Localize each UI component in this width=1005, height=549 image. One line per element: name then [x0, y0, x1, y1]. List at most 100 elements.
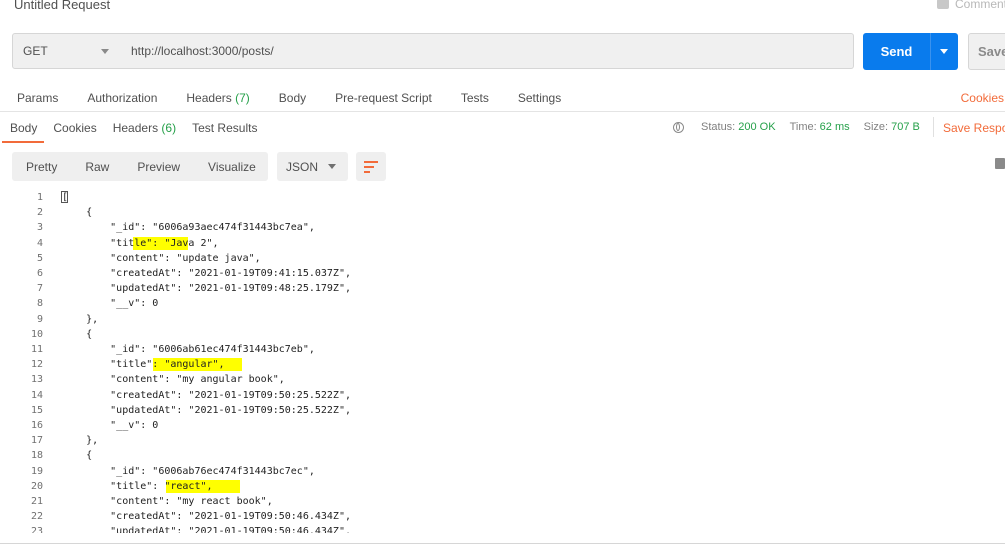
comments-label: Comment	[954, 0, 1005, 11]
method-select[interactable]: GET	[12, 33, 122, 69]
line-number: 11	[30, 344, 43, 355]
chevron-down-icon	[328, 164, 336, 169]
tab-body[interactable]: Body	[279, 91, 306, 105]
code-text: "createdAt": "2021-01-19T09:50:46.434Z",	[62, 511, 351, 523]
status-label: Status:	[701, 121, 736, 133]
response-tab-cookies[interactable]: Cookies	[53, 121, 96, 135]
line-number: 14	[30, 389, 43, 401]
view-pretty[interactable]: Pretty	[12, 160, 71, 174]
code-text: "title": "Java 2",	[62, 237, 219, 249]
code-line: 4 "title": "Java 2",	[0, 236, 1005, 251]
wrap-lines-button[interactable]	[356, 152, 386, 181]
line-number: 15	[30, 404, 43, 416]
size-value[interactable]: 707 B	[891, 121, 920, 133]
code-line: 20 "title": "react",	[0, 479, 1005, 494]
line-number: 19	[30, 465, 43, 477]
code-line: 5 "content": "update java",	[0, 251, 1005, 266]
code-line: 11 "_id": "6006ab61ec474f31443bc7eb",	[0, 342, 1005, 357]
code-text: "content": "my react book",	[62, 496, 273, 507]
code-line: 23 "updatedAt": "2021-01-19T09:50:46.434…	[0, 524, 1005, 533]
comments-button[interactable]: Comment	[936, 0, 1005, 11]
code-text: "createdAt": "2021-01-19T09:50:25.522Z",	[62, 389, 351, 401]
code-text: "content": "my angular book",	[62, 374, 285, 386]
code-text: "content": "update java",	[62, 252, 261, 264]
tab-pre-request-script[interactable]: Pre-request Script	[335, 91, 432, 105]
response-tab-test-results[interactable]: Test Results	[192, 121, 257, 135]
code-text: "__v": 0	[62, 298, 159, 310]
line-number: 10	[30, 328, 43, 340]
response-tab-body[interactable]: Body	[10, 121, 37, 135]
code-text: "_id": "6006a93aec474f31443bc7ea",	[62, 222, 315, 234]
view-preview[interactable]: Preview	[123, 160, 194, 174]
format-label: JSON	[286, 159, 319, 174]
save-button[interactable]: Save	[968, 33, 1005, 70]
view-visualize[interactable]: Visualize	[194, 160, 270, 174]
code-text: "_id": "6006ab76ec474f31443bc7ec",	[62, 465, 315, 477]
response-tab-headers-label: Headers	[112, 121, 159, 135]
active-tab-indicator	[2, 141, 44, 143]
wrap-icon	[364, 166, 374, 168]
send-options-button[interactable]	[930, 33, 958, 70]
comment-icon	[936, 0, 949, 9]
view-raw[interactable]: Raw	[71, 160, 123, 174]
code-line: 21 "content": "my react book",	[0, 494, 1005, 509]
code-text: "updatedAt": "2021-01-19T09:48:25.179Z",	[62, 283, 351, 295]
line-number: 8	[36, 298, 43, 310]
line-number: 9	[36, 313, 43, 325]
line-number: 4	[36, 237, 43, 249]
code-text: {	[62, 207, 93, 219]
code-line: 10 {	[0, 327, 1005, 342]
line-number: 13	[30, 374, 43, 386]
line-number: 17	[30, 435, 43, 447]
response-status-bar: Status: 200 OK Time: 62 ms Size: 707 B	[673, 121, 934, 133]
tab-headers[interactable]: Headers (7)	[186, 91, 249, 105]
tab-settings[interactable]: Settings	[518, 91, 561, 105]
url-input[interactable]: http://localhost:3000/posts/	[121, 33, 854, 69]
line-number: 22	[30, 511, 43, 523]
cookies-link[interactable]: Cookies	[961, 91, 1004, 105]
code-text: {	[62, 328, 93, 340]
code-text: "title": "react",	[62, 480, 213, 492]
line-number: 3	[36, 222, 43, 234]
code-line: 19 "_id": "6006ab76ec474f31443bc7ec",	[0, 464, 1005, 479]
line-number: 7	[36, 283, 43, 295]
code-line: 15 "updatedAt": "2021-01-19T09:50:25.522…	[0, 403, 1005, 418]
code-line: 22 "createdAt": "2021-01-19T09:50:46.434…	[0, 509, 1005, 524]
code-line: 18 {	[0, 448, 1005, 463]
code-text: "_id": "6006ab61ec474f31443bc7eb",	[62, 344, 315, 355]
code-line: 3 "_id": "6006a93aec474f31443bc7ea",	[0, 220, 1005, 235]
line-number: 6	[36, 268, 43, 279]
copy-icon[interactable]	[995, 158, 1005, 169]
tab-authorization[interactable]: Authorization	[87, 91, 157, 105]
tab-params[interactable]: Params	[17, 91, 58, 105]
code-text: {	[62, 450, 93, 462]
response-tab-headers[interactable]: Headers (6)	[113, 121, 176, 135]
code-text: "title": "angular",	[62, 359, 225, 371]
time-value[interactable]: 62 ms	[820, 121, 850, 133]
method-label: GET	[23, 44, 48, 58]
headers-count: (7)	[235, 91, 250, 105]
chevron-down-icon	[101, 49, 109, 54]
format-select[interactable]: JSON	[277, 152, 348, 181]
code-line: 16 "__v": 0	[0, 418, 1005, 433]
code-line: 9 },	[0, 312, 1005, 327]
bracket-match-box	[61, 191, 68, 203]
tab-headers-label: Headers	[186, 91, 232, 105]
response-body-editor[interactable]: 1[2 {3 "_id": "6006a93aec474f31443bc7ea"…	[0, 190, 1005, 533]
send-button[interactable]: Send	[863, 33, 930, 70]
request-title[interactable]: Untitled Request	[14, 0, 110, 12]
line-number: 23	[30, 526, 43, 533]
divider	[933, 117, 934, 137]
chevron-down-icon	[940, 49, 948, 54]
status-value[interactable]: 200 OK	[738, 121, 775, 133]
response-headers-count: (6)	[161, 121, 177, 135]
tab-tests[interactable]: Tests	[461, 91, 489, 105]
globe-icon[interactable]	[673, 121, 684, 133]
line-number: 18	[30, 450, 43, 462]
code-text: },	[62, 435, 99, 447]
code-line: 17 },	[0, 433, 1005, 448]
line-number: 20	[30, 480, 43, 492]
view-mode-group: Pretty Raw Preview Visualize	[12, 152, 268, 181]
line-number: 12	[30, 359, 43, 371]
save-response-button[interactable]: Save Respo	[943, 121, 1005, 135]
